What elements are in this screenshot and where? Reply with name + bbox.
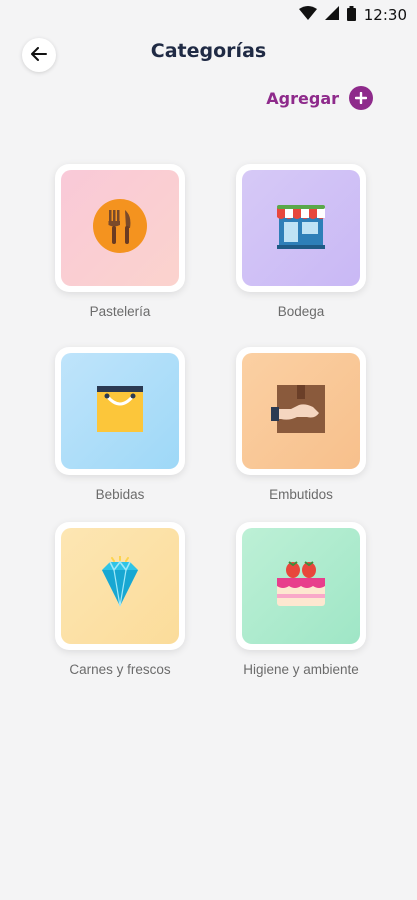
category-frame bbox=[55, 347, 185, 475]
wifi-icon bbox=[298, 6, 317, 24]
category-label: Higiene y ambiente bbox=[243, 662, 359, 677]
category-tile bbox=[61, 528, 179, 644]
category-card[interactable]: Bodega bbox=[236, 164, 366, 319]
cake-icon bbox=[271, 556, 331, 616]
add-category-button[interactable]: Agregar bbox=[266, 86, 373, 110]
category-label: Bebidas bbox=[95, 487, 145, 502]
status-time: 12:30 bbox=[363, 6, 407, 24]
signal-icon bbox=[324, 6, 339, 24]
category-card[interactable]: Carnes y frescos bbox=[55, 522, 185, 677]
category-tile bbox=[242, 170, 360, 286]
category-frame bbox=[236, 522, 366, 650]
shopping-bag-icon bbox=[93, 382, 147, 440]
category-label: Pastelería bbox=[89, 304, 151, 319]
category-frame bbox=[55, 164, 185, 292]
category-label: Bodega bbox=[277, 304, 325, 319]
category-frame bbox=[55, 522, 185, 650]
category-tile bbox=[242, 353, 360, 469]
category-tile bbox=[61, 170, 179, 286]
delivery-box-icon bbox=[271, 381, 331, 441]
category-label: Carnes y frescos bbox=[69, 662, 171, 677]
add-label: Agregar bbox=[266, 88, 339, 108]
category-tile bbox=[242, 528, 360, 644]
category-card[interactable]: Pastelería bbox=[55, 164, 185, 319]
category-card[interactable]: Higiene y ambiente bbox=[236, 522, 366, 677]
category-tile bbox=[61, 353, 179, 469]
category-card[interactable]: Bebidas bbox=[55, 347, 185, 502]
category-label: Embutidos bbox=[269, 487, 333, 502]
store-icon bbox=[273, 200, 329, 256]
status-bar: 12:30 bbox=[0, 0, 417, 30]
category-frame bbox=[236, 347, 366, 475]
plus-icon bbox=[349, 86, 373, 110]
page-title: Categorías bbox=[150, 40, 267, 62]
category-frame bbox=[236, 164, 366, 292]
diamond-icon bbox=[90, 555, 150, 616]
utensils-icon bbox=[92, 198, 148, 258]
battery-icon bbox=[346, 5, 356, 25]
category-card[interactable]: Embutidos bbox=[236, 347, 366, 502]
